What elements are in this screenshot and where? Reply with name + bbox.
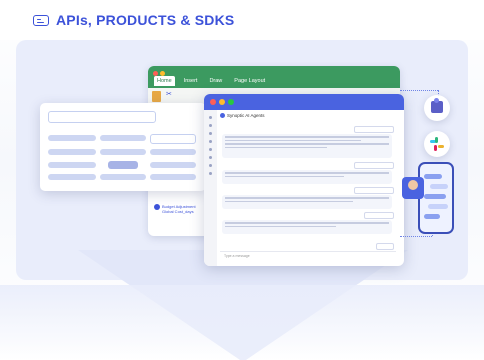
- header: APIs, PRODUCTS & SDKS: [0, 0, 484, 40]
- slack-icon: [430, 137, 444, 151]
- scissors-icon[interactable]: ✂: [166, 90, 172, 98]
- chat-titlebar: [204, 94, 404, 110]
- chat-input[interactable]: Type a message: [220, 251, 396, 260]
- document-icon: [154, 204, 160, 210]
- tab-page-layout[interactable]: Page Layout: [231, 76, 268, 86]
- ribbon-tabs: Home Insert Draw Page Layout: [154, 76, 268, 86]
- tab-home[interactable]: Home: [154, 76, 175, 86]
- user-message: [354, 187, 394, 194]
- form-panel: [40, 103, 206, 191]
- page-title: APIs, PRODUCTS & SDKS: [56, 12, 235, 28]
- form-field[interactable]: [48, 135, 96, 141]
- form-input[interactable]: [48, 111, 156, 123]
- agent-avatar-icon: [220, 113, 225, 119]
- teams-icon: [431, 98, 443, 113]
- agent-message: [222, 134, 392, 158]
- chat-sidebar: [204, 110, 217, 266]
- form-field[interactable]: [150, 149, 196, 155]
- page: APIs, PRODUCTS & SDKS Home Insert Draw P…: [0, 0, 484, 360]
- user-message: [354, 162, 394, 169]
- user-message: [364, 212, 394, 219]
- chat-input-placeholder: Type a message: [224, 254, 250, 258]
- form-field[interactable]: [48, 149, 96, 155]
- window-maximize-dot[interactable]: [228, 99, 234, 105]
- window-minimize-dot[interactable]: [219, 99, 225, 105]
- clipboard-icon[interactable]: [152, 91, 161, 102]
- agent-message: [222, 220, 392, 234]
- agent-message: [222, 170, 392, 184]
- chat-title: Synoptic AI Agents: [227, 113, 265, 118]
- form-field[interactable]: [150, 174, 196, 180]
- connector-line: [400, 90, 438, 91]
- tab-insert[interactable]: Insert: [181, 76, 201, 86]
- document-chip[interactable]: Budget Adjustment Global Cost_days: [154, 204, 202, 234]
- user-message: [354, 126, 394, 133]
- connector-line: [400, 236, 432, 237]
- chat-header: Synoptic AI Agents: [220, 113, 265, 119]
- teams-button[interactable]: [424, 95, 450, 121]
- spreadsheet-titlebar: Home Insert Draw Page Layout: [148, 66, 400, 88]
- form-field[interactable]: [100, 149, 146, 155]
- user-avatar: [402, 177, 424, 199]
- form-input-secondary[interactable]: [150, 134, 196, 144]
- form-field[interactable]: [100, 135, 146, 141]
- form-field-selected[interactable]: [108, 161, 138, 169]
- form-field[interactable]: [48, 162, 96, 168]
- agent-message: [222, 195, 392, 209]
- window-close-dot[interactable]: [210, 99, 216, 105]
- chat-window: Synoptic AI Agents Type a message: [204, 94, 404, 266]
- form-field[interactable]: [100, 174, 146, 180]
- user-message: [376, 243, 394, 250]
- slack-button[interactable]: [424, 131, 450, 157]
- api-card-icon: [33, 15, 49, 26]
- bottom-haze: [0, 285, 484, 360]
- form-field[interactable]: [48, 174, 96, 180]
- document-label: Budget Adjustment Global Cost_days: [162, 204, 196, 214]
- form-field[interactable]: [150, 162, 196, 168]
- phone-icon: [418, 162, 454, 234]
- tab-draw[interactable]: Draw: [206, 76, 225, 86]
